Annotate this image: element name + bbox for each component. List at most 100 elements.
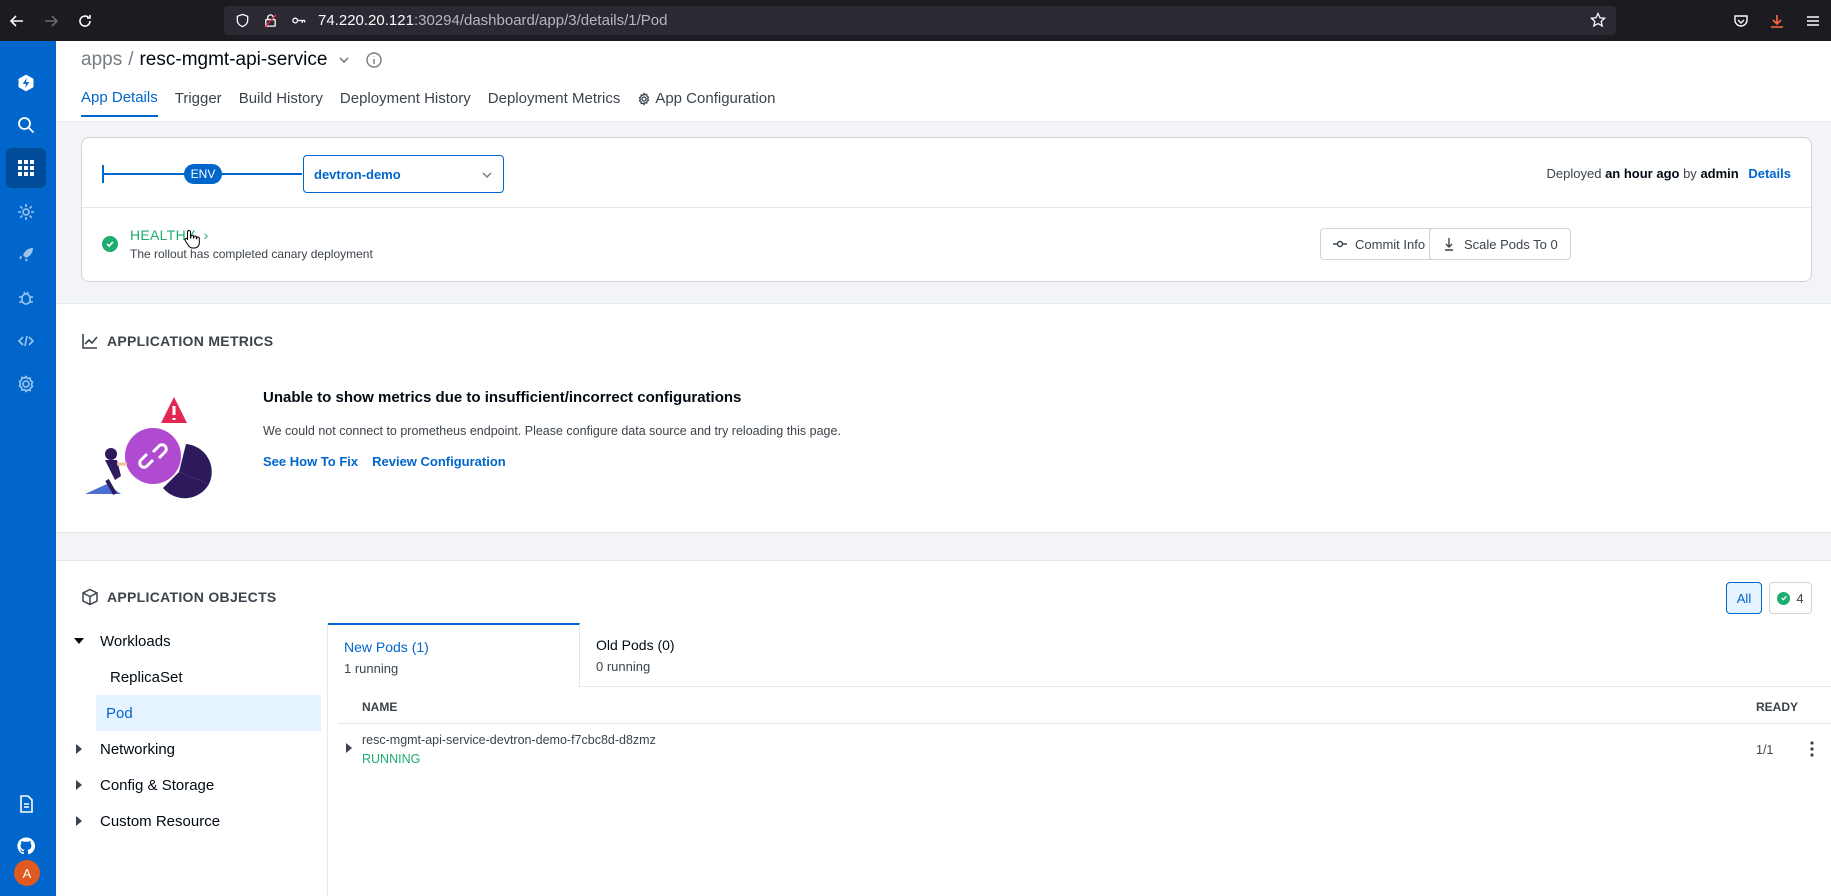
divider	[82, 207, 1811, 208]
deployed-prefix: Deployed	[1546, 166, 1602, 181]
scale-pods-button[interactable]: Scale Pods To 0	[1429, 228, 1571, 260]
environment-select[interactable]: devtron-demo	[303, 155, 504, 193]
tree-label: ReplicaSet	[110, 668, 183, 686]
deployed-by-user: admin	[1700, 166, 1739, 181]
tree-label: Custom Resource	[100, 812, 221, 830]
metrics-error-description: We could not connect to prometheus endpo…	[263, 424, 841, 438]
commit-info-button[interactable]: Commit Info	[1320, 228, 1439, 260]
column-header-ready: READY	[1756, 700, 1799, 714]
security-bug-icon[interactable]	[6, 278, 46, 318]
tree-label: Networking	[100, 740, 176, 758]
insecure-lock-icon[interactable]	[262, 13, 278, 29]
chart-store-icon[interactable]	[6, 192, 46, 232]
app-name: resc-mgmt-api-service	[139, 49, 328, 70]
tab-label: Trigger	[174, 90, 222, 107]
broken-link-illustration	[85, 397, 212, 499]
objects-title-text: APPLICATION OBJECTS	[107, 589, 277, 605]
see-how-to-fix-link[interactable]: See How To Fix	[263, 454, 358, 469]
tab-label: Deployment Metrics	[487, 90, 621, 107]
column-header-name: NAME	[362, 700, 398, 714]
tab-app-configuration[interactable]: App Configuration	[637, 89, 775, 117]
filter-healthy-button[interactable]: 4	[1769, 582, 1812, 614]
gear-icon	[639, 91, 650, 106]
tree-item-config-storage[interactable]: Config & Storage	[66, 767, 321, 803]
tree-item-replicaset[interactable]: ReplicaSet	[66, 659, 321, 695]
reload-icon[interactable]	[68, 6, 102, 36]
tab-label: App Configuration	[655, 90, 776, 107]
application-objects-section: APPLICATION OBJECTS All 4 Workloads Repl…	[56, 560, 1831, 896]
tab-build-history[interactable]: Build History	[239, 89, 323, 117]
deployed-time: an hour ago	[1605, 166, 1680, 181]
caret-right-icon	[66, 815, 92, 827]
healthy-check-icon	[102, 236, 118, 252]
bookmark-star-icon[interactable]	[1589, 11, 1607, 32]
deployment-details-link[interactable]: Details	[1748, 166, 1791, 181]
code-icon[interactable]	[6, 321, 46, 361]
divider	[338, 723, 1831, 724]
applications-grid-icon[interactable]	[6, 148, 46, 188]
back-icon[interactable]	[0, 6, 34, 36]
metrics-error-heading: Unable to show metrics due to insufficie…	[263, 389, 742, 406]
scale-down-icon	[1445, 238, 1453, 251]
devtron-logo-icon[interactable]	[6, 63, 46, 103]
caret-right-icon[interactable]	[344, 742, 354, 754]
application-metrics-section: APPLICATION METRICS Unable to show metri…	[56, 303, 1831, 533]
metrics-title-text: APPLICATION METRICS	[107, 333, 274, 349]
commit-info-label: Commit Info	[1355, 236, 1426, 252]
forward-icon[interactable]	[34, 6, 68, 36]
url-path: :30294/dashboard/app/3/details/1/Pod	[413, 12, 668, 29]
tab-trigger[interactable]: Trigger	[175, 89, 222, 117]
global-config-gear-icon[interactable]	[6, 364, 46, 404]
cube-icon	[82, 588, 98, 606]
key-icon[interactable]	[290, 13, 306, 29]
filter-all-button[interactable]: All	[1726, 582, 1762, 614]
url-host: 74.220.20.121	[318, 12, 414, 29]
tree-item-networking[interactable]: Networking	[66, 731, 321, 767]
app-tabs: App Details Trigger Build History Deploy…	[81, 89, 792, 117]
tab-deployment-metrics[interactable]: Deployment Metrics	[488, 89, 621, 117]
hand-cursor-icon	[184, 229, 200, 249]
healthy-count: 4	[1796, 590, 1804, 606]
tree-item-workloads[interactable]: Workloads	[66, 623, 321, 659]
tab-old-pods[interactable]: Old Pods (0) 0 running	[580, 623, 780, 687]
old-pods-running: 0 running	[596, 659, 651, 674]
tab-deployment-history[interactable]: Deployment History	[340, 89, 471, 117]
shield-icon	[234, 13, 250, 29]
deployed-by-word: by	[1683, 166, 1697, 181]
pocket-icon[interactable]	[1723, 6, 1759, 36]
kebab-menu-icon[interactable]	[1803, 737, 1821, 761]
pod-name[interactable]: resc-mgmt-api-service-devtron-demo-f7cbc…	[362, 733, 656, 747]
objects-title: APPLICATION OBJECTS	[81, 588, 277, 606]
tab-new-pods[interactable]: New Pods (1) 1 running	[328, 623, 580, 687]
tree-item-custom-resource[interactable]: Custom Resource	[66, 803, 321, 839]
search-icon[interactable]	[6, 105, 46, 145]
breadcrumb-apps-link[interactable]: apps	[81, 49, 122, 71]
health-message: The rollout has completed canary deploym…	[130, 247, 373, 261]
metrics-links: See How To Fix Review Configuration	[263, 454, 520, 469]
metrics-title: APPLICATION METRICS	[81, 332, 273, 350]
download-icon[interactable]	[1759, 6, 1795, 36]
chevron-down-icon[interactable]	[337, 53, 351, 67]
documentation-icon[interactable]	[6, 784, 46, 824]
deployed-info: Deployed an hour ago by admin Details	[1547, 166, 1792, 181]
divider	[580, 686, 1831, 687]
commit-icon	[1333, 240, 1347, 248]
old-pods-label: Old Pods (0)	[596, 637, 675, 653]
menu-icon[interactable]	[1795, 6, 1831, 36]
info-icon[interactable]	[365, 51, 383, 69]
environment-card: ENV devtron-demo Deployed an hour ago by…	[81, 137, 1812, 282]
tab-app-details[interactable]: App Details	[81, 89, 158, 117]
main-content: ENV devtron-demo Deployed an hour ago by…	[56, 122, 1831, 896]
review-configuration-link[interactable]: Review Configuration	[372, 454, 506, 469]
env-badge: ENV	[184, 164, 222, 184]
user-avatar[interactable]: A	[14, 860, 40, 886]
deployment-groups-rocket-icon[interactable]	[6, 235, 46, 275]
app-header: apps / resc-mgmt-api-service App Details…	[56, 41, 1831, 122]
url-bar[interactable]: 74.220.20.121:30294/dashboard/app/3/deta…	[224, 6, 1616, 35]
tree-item-pod[interactable]: Pod	[96, 695, 321, 731]
tree-label: Config & Storage	[100, 776, 215, 794]
tab-label: App Details	[81, 89, 158, 106]
caret-right-icon	[66, 779, 92, 791]
browser-toolbar: 74.220.20.121:30294/dashboard/app/3/deta…	[0, 0, 1831, 41]
chevron-right-icon: ›	[203, 227, 209, 243]
